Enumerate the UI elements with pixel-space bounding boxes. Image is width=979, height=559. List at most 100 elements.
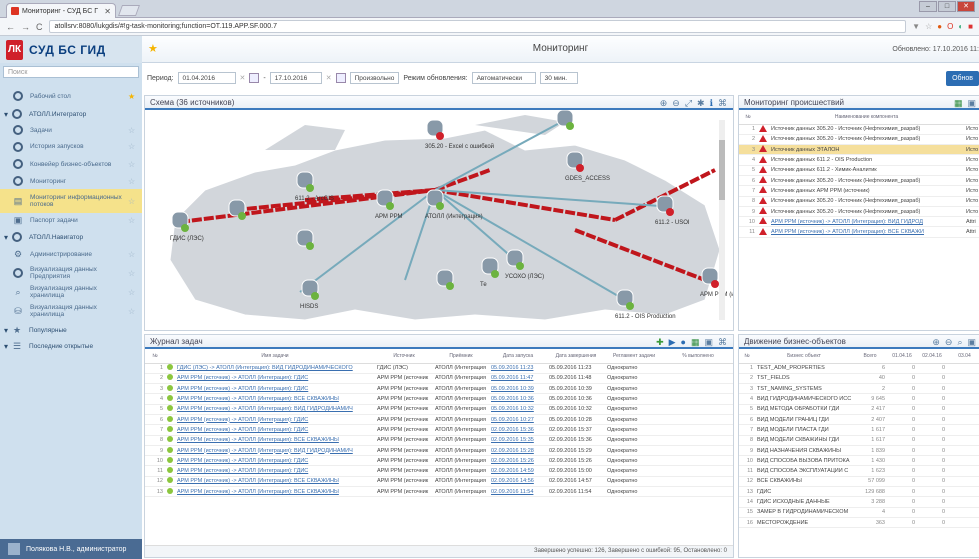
- favorite-icon[interactable]: ☆: [128, 197, 138, 206]
- settings-gear-icon[interactable]: ✱: [697, 97, 705, 110]
- favorite-icon[interactable]: ☆: [128, 160, 138, 169]
- favorite-icon[interactable]: ☆: [128, 250, 138, 259]
- search-icon[interactable]: ⌕: [957, 336, 962, 349]
- excel-icon[interactable]: ▦: [954, 97, 963, 110]
- browser-tab[interactable]: Мониторинг - СУД БС Г ✕: [6, 3, 116, 18]
- task-name[interactable]: АРМ РРМ (источник) -> АТОЛЛ (Интеграция)…: [175, 476, 375, 488]
- expand-chevron-icon[interactable]: ▾: [4, 342, 8, 351]
- col-header[interactable]: Приёмник: [433, 349, 489, 364]
- table-row[interactable]: 4 АРМ РРМ (источник) -> АТОЛЛ (Интеграция…: [145, 393, 733, 405]
- export-icon[interactable]: ▣: [704, 336, 713, 349]
- table-row[interactable]: 7 Источник данных АРМ РРМ (источник) Исто: [739, 185, 979, 197]
- sidebar-item[interactable]: ▣ Паспорт задачи ☆: [0, 213, 142, 228]
- table-row[interactable]: 11 АРМ РРМ (источник) -> АТОЛЛ (Интеграци…: [739, 226, 979, 238]
- task-name[interactable]: АРМ РРМ (источник) -> АТОЛЛ (Интеграция)…: [175, 455, 375, 467]
- table-row[interactable]: 4 ВИД ГИДРОДИНАМИЧЕСКОГО ИСС 9 645 0 0: [739, 393, 979, 405]
- col-header[interactable]: 01.04.16: [887, 349, 917, 364]
- expand-chevron-icon[interactable]: ▾: [4, 326, 8, 335]
- calendar-to-icon[interactable]: [335, 73, 346, 83]
- sidebar-item[interactable]: ⌕ Визуализация данных хранилища ☆: [0, 283, 142, 301]
- close-tab-icon[interactable]: ✕: [104, 7, 111, 16]
- table-row[interactable]: 10 ВИД СПОСОБА ВЫЗОВА ПРИТОКА 1 430 0 0: [739, 455, 979, 467]
- zoom-in-icon[interactable]: ⊕: [932, 336, 940, 349]
- excel-icon[interactable]: ▦: [691, 336, 700, 349]
- sidebar-item[interactable]: Мониторинг ☆: [0, 174, 142, 188]
- table-row[interactable]: 16 МЕСТОРОЖДЕНИЕ 363 0 0: [739, 517, 979, 529]
- table-row[interactable]: 7 АРМ РРМ (источник) -> АТОЛЛ (Интеграция…: [145, 424, 733, 436]
- favorite-icon[interactable]: ☆: [128, 216, 138, 225]
- fit-icon[interactable]: ⤢: [685, 97, 692, 110]
- col-header[interactable]: [165, 349, 175, 364]
- calendar-from-icon[interactable]: [249, 73, 260, 83]
- table-row[interactable]: 11 АРМ РРМ (источник) -> АТОЛЛ (Интеграци…: [145, 465, 733, 477]
- favorite-icon[interactable]: ☆: [128, 307, 138, 316]
- reload-icon[interactable]: C: [36, 22, 43, 32]
- favorite-icon[interactable]: ☆: [128, 269, 138, 278]
- task-name[interactable]: ГДИС (ЛЭС) -> АТОЛЛ (Интеграция): ВИД ГИ…: [175, 363, 375, 374]
- pin-icon[interactable]: ⌘: [718, 336, 727, 349]
- maximize-icon[interactable]: □: [938, 1, 956, 12]
- col-header[interactable]: Дата завершения: [547, 349, 605, 364]
- clear-from-icon[interactable]: ✕: [240, 74, 246, 82]
- extension3-icon[interactable]: ■: [968, 22, 973, 31]
- table-row[interactable]: 1 TEST_ADM_PROPERTIES 6 0 0: [739, 363, 979, 374]
- task-name[interactable]: АРМ РРМ (источник) -> АТОЛЛ (Интеграция)…: [175, 414, 375, 426]
- schema-map[interactable]: 305.20 - Excel с ошибкой GDES_ACCESS 611.2…: [145, 109, 758, 330]
- table-row[interactable]: 2 Источник данных 305.20 - Источник (Нефт…: [739, 134, 979, 146]
- sidebar-item[interactable]: ▾ ☰ Последние открытые: [0, 339, 142, 353]
- col-header[interactable]: 03.04: [947, 349, 979, 364]
- col-header[interactable]: Бизнес объект: [755, 349, 853, 364]
- table-row[interactable]: 11 ВИД СПОСОБА ЭКСПЛУАТАЦИИ С1 623 0 0: [739, 465, 979, 477]
- minimize-icon[interactable]: –: [919, 1, 937, 12]
- task-name[interactable]: АРМ РРМ (источник) -> АТОЛЛ (Интеграция)…: [175, 404, 375, 415]
- user-bar[interactable]: Полякова Н.В., администратор: [0, 539, 142, 559]
- refresh-mode-select[interactable]: Автоматически: [471, 72, 536, 84]
- forward-icon[interactable]: →: [21, 22, 30, 32]
- favorite-icon[interactable]: ☆: [128, 142, 138, 151]
- extension-icon[interactable]: ●: [937, 22, 942, 31]
- col-header[interactable]: Дата запуска: [489, 349, 547, 364]
- sidebar-item[interactable]: ▾ АТОЛЛ.Навигатор: [0, 229, 142, 245]
- task-name[interactable]: АРМ РРМ (источник) -> АТОЛЛ (Интеграция)…: [175, 393, 375, 405]
- refresh-button[interactable]: Обнов: [946, 71, 979, 86]
- info-icon[interactable]: ℹ: [710, 97, 713, 110]
- favorite-icon[interactable]: ☆: [128, 177, 138, 186]
- col-header[interactable]: Источник: [375, 349, 433, 364]
- col-header[interactable]: 02.04.16: [917, 349, 947, 364]
- bookmark-star-icon[interactable]: ☆: [925, 22, 932, 31]
- table-row[interactable]: 9 Источник данных 305.20 - Источник (Нефт…: [739, 206, 979, 218]
- sidebar-item[interactable]: ▤ Мониторинг информационных потоков ☆: [0, 189, 142, 213]
- expand-chevron-icon[interactable]: ▾: [4, 110, 8, 119]
- table-row[interactable]: 4 Источник данных 611.2 - OIS Production И…: [739, 154, 979, 166]
- extension2-icon[interactable]: ◐: [958, 22, 963, 31]
- close-window-icon[interactable]: ✕: [957, 1, 975, 12]
- sidebar-item[interactable]: ⚙ Администрирование ☆: [0, 246, 142, 263]
- table-row[interactable]: 2 TST_FIELDS 40 0 0: [739, 373, 979, 385]
- export-icon[interactable]: ▣: [967, 97, 976, 110]
- col-header[interactable]: % выполнено: [663, 349, 733, 364]
- sidebar-item[interactable]: Конвейер бизнес-объектов ☆: [0, 155, 142, 173]
- table-row[interactable]: 3 Источник данных ЭТАЛОН Исто: [739, 144, 979, 156]
- table-row[interactable]: 5 ВИД МЕТОДА ОБРАБОТКИ ГДИ 2 417 0 0: [739, 404, 979, 415]
- table-row[interactable]: 8 Источник данных 305.20 - Источник (Нефт…: [739, 196, 979, 207]
- sidebar-item[interactable]: Рабочий стол ★: [0, 87, 142, 105]
- stop-icon[interactable]: ●: [681, 336, 686, 349]
- sidebar-item[interactable]: История запусков ☆: [0, 139, 142, 154]
- zoom-out-icon[interactable]: ⊖: [945, 336, 953, 349]
- table-row[interactable]: 6 ВИД МОДЕЛИ ГРАНИЦ ГДИ 2 407 0 0: [739, 414, 979, 426]
- table-row[interactable]: 10 АРМ РРМ (источник) -> АТОЛЛ (Интеграци…: [145, 455, 733, 467]
- expand-chevron-icon[interactable]: ▾: [4, 233, 8, 242]
- task-name[interactable]: АРМ РРМ (источник) -> АТОЛЛ (Интеграция)…: [175, 383, 375, 395]
- export-icon[interactable]: ▣: [967, 336, 976, 349]
- back-icon[interactable]: ←: [6, 22, 15, 32]
- table-row[interactable]: 8 ВИД МОДЕЛИ СКВАЖИНЫ ГДИ 1 617 0 0: [739, 435, 979, 446]
- table-row[interactable]: 13 ГДИС 129 688 0 0: [739, 486, 979, 498]
- sidebar-item[interactable]: ▾ ★ Популярные: [0, 323, 142, 337]
- url-bar[interactable]: atollsrv:8080/lukgdis/#!g-task-monitorin…: [48, 20, 907, 33]
- clear-to-icon[interactable]: ✕: [326, 74, 332, 82]
- table-row[interactable]: 13 АРМ РРМ (источник) -> АТОЛЛ (Интеграци…: [145, 486, 733, 498]
- table-row[interactable]: 3 АРМ РРМ (источник) -> АТОЛЛ (Интеграция…: [145, 383, 733, 395]
- col-header[interactable]: Имя задачи: [175, 349, 375, 364]
- sidebar-item[interactable]: ▾ АТОЛЛ.Интегратор: [0, 106, 142, 122]
- table-row[interactable]: 15 ЗАМЕР В ГИДРОДИНАМИЧЕСКОМ 4 0 0: [739, 507, 979, 518]
